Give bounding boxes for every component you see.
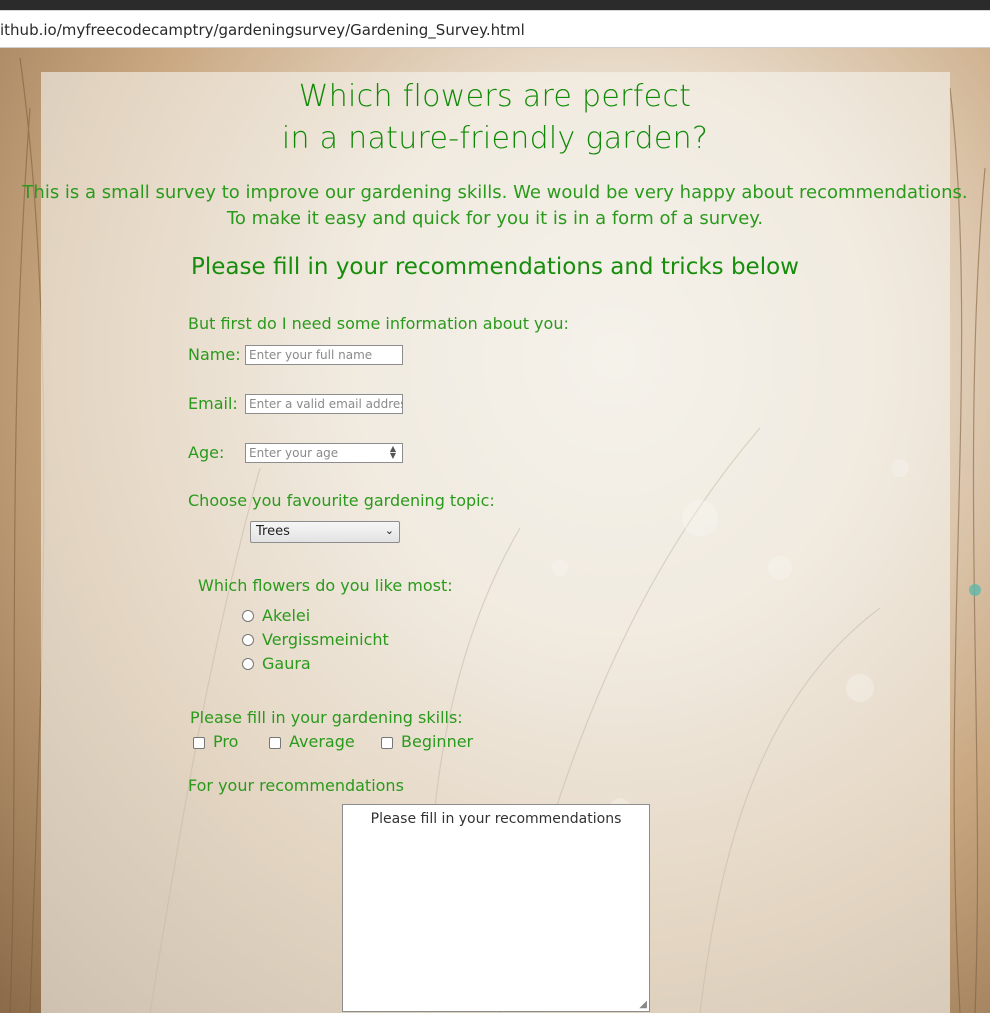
chevron-down-icon: ⌄ <box>384 524 394 537</box>
radio-label-vergissmeinicht: Vergissmeinicht <box>262 630 389 649</box>
intro-line-2: To make it easy and quick for you it is … <box>226 208 764 229</box>
radio-label-gaura: Gaura <box>262 654 311 673</box>
page-title: Which flowers are perfect in a nature-fr… <box>0 76 990 160</box>
topic-selected-value: Trees <box>256 524 290 539</box>
age-input[interactable]: Enter your age ▲ ▼ <box>245 443 403 463</box>
browser-titlebar <box>0 0 990 10</box>
name-label: Name: <box>188 345 241 364</box>
checkbox-label-average: Average <box>289 732 355 751</box>
intro-text: This is a small survey to improve our ga… <box>0 180 990 232</box>
recommendations-textarea[interactable]: Please fill in your recommendations ◢ <box>342 804 650 1012</box>
flowers-label: Which flowers do you like most: <box>198 576 453 595</box>
textarea-placeholder: Please fill in your recommendations <box>370 811 622 827</box>
checkbox-label-pro: Pro <box>213 732 239 751</box>
checkbox-average[interactable] <box>269 737 281 749</box>
info-heading: But first do I need some information abo… <box>188 314 569 333</box>
topic-label: Choose you favourite gardening topic: <box>188 491 495 510</box>
page-viewport: Which flowers are perfect in a nature-fr… <box>0 48 990 1013</box>
intro-line-1: This is a small survey to improve our ga… <box>22 182 968 203</box>
spinner-arrows-icon[interactable]: ▲ ▼ <box>386 445 400 461</box>
resize-grip-icon[interactable]: ◢ <box>639 999 647 1010</box>
email-input[interactable]: Enter a valid email address <box>245 394 403 414</box>
title-line-2: in a nature-friendly garden? <box>281 121 709 156</box>
checkbox-label-beginner: Beginner <box>401 732 474 751</box>
name-input[interactable]: Enter your full name <box>245 345 403 365</box>
radio-gaura[interactable] <box>242 658 254 670</box>
title-line-1: Which flowers are perfect <box>298 79 692 114</box>
checkbox-beginner[interactable] <box>381 737 393 749</box>
url-text[interactable]: ithub.io/myfreecodecamptry/gardeningsurv… <box>0 21 525 39</box>
recommendations-label: For your recommendations <box>188 776 404 795</box>
radio-vergissmeinicht[interactable] <box>242 634 254 646</box>
age-label: Age: <box>188 443 225 462</box>
address-bar[interactable]: ithub.io/myfreecodecamptry/gardeningsurv… <box>0 10 990 48</box>
skills-label: Please fill in your gardening skills: <box>190 708 463 727</box>
form-subtitle: Please fill in your recommendations and … <box>191 254 799 280</box>
radio-label-akelei: Akelei <box>262 606 311 625</box>
age-placeholder: Enter your age <box>249 446 339 460</box>
email-label: Email: <box>188 394 238 413</box>
topic-select[interactable]: Trees ⌄ <box>250 521 400 543</box>
checkbox-pro[interactable] <box>193 737 205 749</box>
radio-akelei[interactable] <box>242 610 254 622</box>
